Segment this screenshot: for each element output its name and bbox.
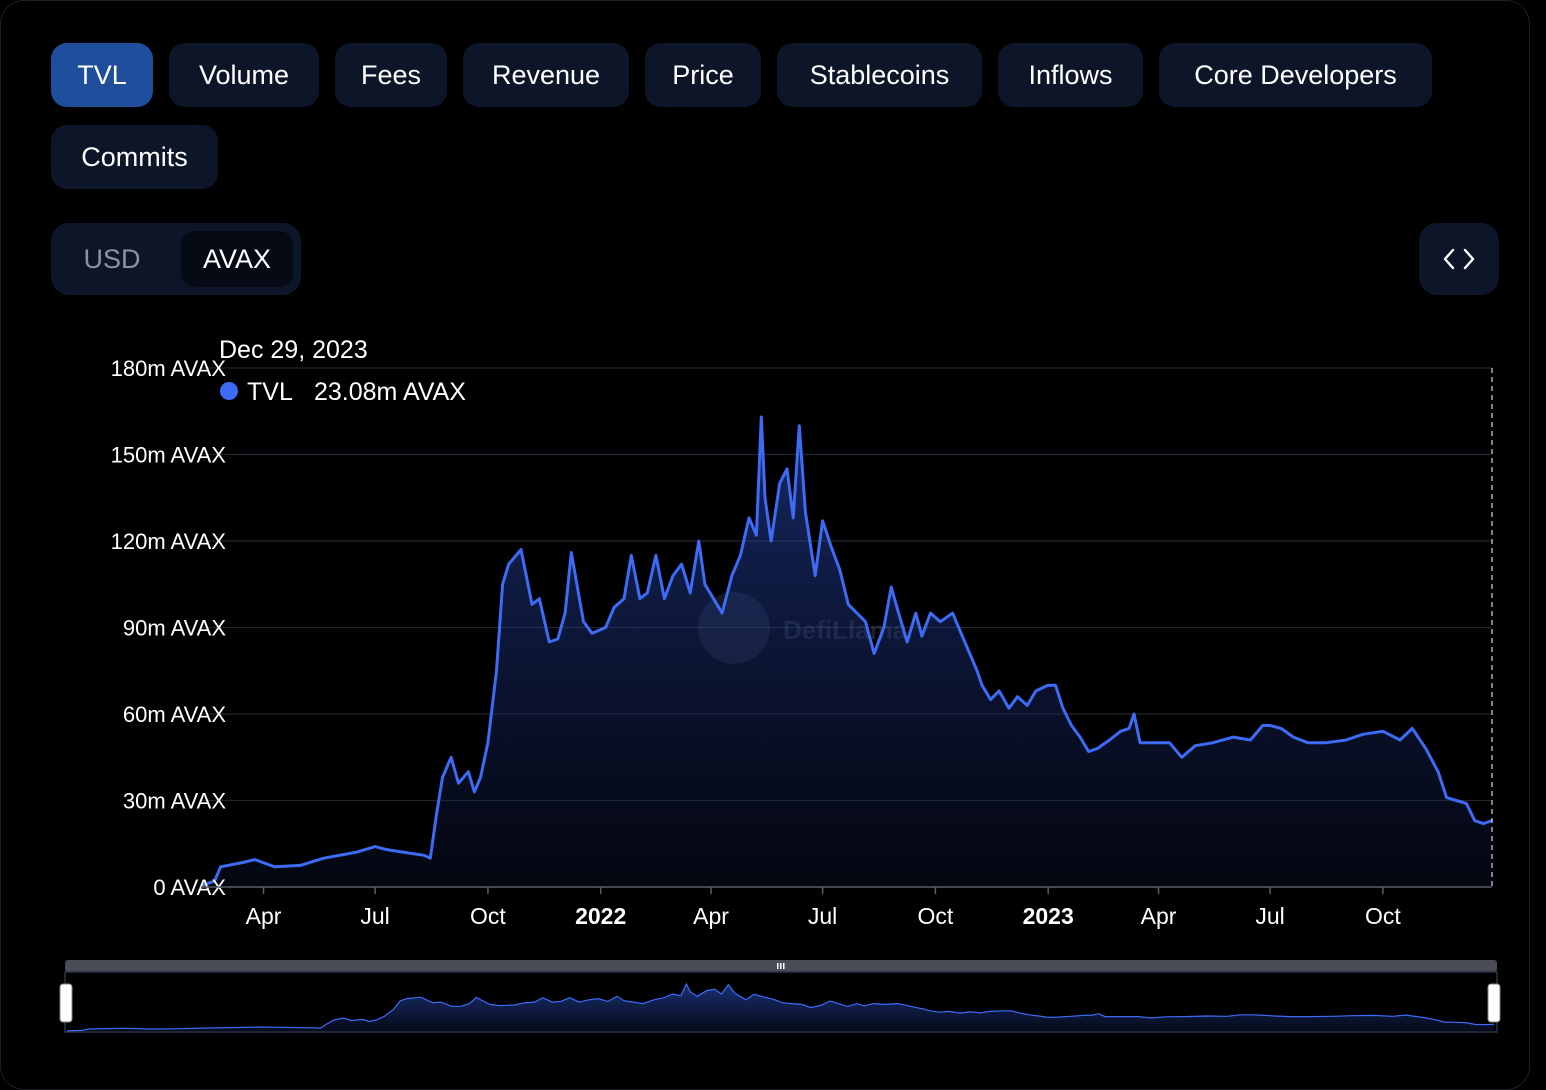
x-tick-label: 2022	[575, 903, 626, 929]
y-tick-label: 150m AVAX	[111, 443, 227, 468]
tvl-chart: DefiLlama 0 AVAX 30m AVAX 60m AVAX 90m AVAX…	[59, 336, 1501, 1033]
zoom-slider[interactable]	[59, 960, 1501, 1033]
tab-commits[interactable]: Commits	[51, 125, 218, 189]
zoom-handle-right[interactable]	[1487, 983, 1501, 1023]
currency-avax-button[interactable]: AVAX	[181, 231, 293, 287]
y-tick-label: 30m AVAX	[123, 789, 226, 814]
x-axis: Apr Jul Oct 2022 Apr Jul Oct 2023 Apr Jul Oct	[201, 886, 1492, 929]
tooltip-value: 23.08m AVAX	[314, 378, 466, 406]
y-tick-label: 60m AVAX	[123, 702, 226, 727]
tooltip-date: Dec 29, 2023	[219, 336, 368, 364]
grid-lines	[201, 367, 1492, 802]
y-tick-label: 90m AVAX	[123, 616, 226, 641]
tab-tvl[interactable]: TVL	[51, 43, 153, 107]
tab-inflows[interactable]: Inflows	[998, 43, 1143, 107]
x-tick-label: Jul	[1255, 903, 1284, 929]
y-tick-label: 120m AVAX	[111, 529, 227, 554]
tvl-area	[201, 417, 1492, 887]
x-tick-label: Jul	[360, 903, 389, 929]
tab-volume[interactable]: Volume	[169, 43, 319, 107]
x-tick-label: Apr	[1141, 903, 1177, 929]
y-axis: 0 AVAX 30m AVAX 60m AVAX 90m AVAX 120m AVAX 1…	[111, 356, 227, 900]
x-tick-label: Oct	[470, 903, 506, 929]
currency-toggle: USD AVAX	[51, 223, 301, 295]
code-brackets-icon	[1443, 248, 1475, 270]
tab-fees[interactable]: Fees	[335, 43, 447, 107]
llama-logo-icon	[698, 592, 770, 664]
tooltip-series-name: TVL	[247, 378, 293, 406]
mini-tvl-area	[67, 983, 1494, 1031]
x-tick-label: Jul	[808, 903, 837, 929]
zoom-handle-left[interactable]	[59, 983, 73, 1023]
tooltip: Dec 29, 2023 TVL 23.08m AVAX	[219, 336, 466, 406]
chart-panel: TVL Volume Fees Revenue Price Stablecoin…	[0, 0, 1530, 1090]
x-tick-label: Oct	[1365, 903, 1401, 929]
y-tick-label: 180m AVAX	[111, 356, 227, 381]
x-tick-label: Apr	[246, 903, 282, 929]
x-tick-label: Oct	[917, 903, 953, 929]
defillama-watermark: DefiLlama	[698, 592, 908, 664]
tab-revenue[interactable]: Revenue	[463, 43, 629, 107]
x-tick-label: Apr	[693, 903, 729, 929]
currency-usd-button[interactable]: USD	[59, 231, 165, 287]
watermark-text: DefiLlama	[783, 615, 908, 645]
tab-stablecoins[interactable]: Stablecoins	[777, 43, 982, 107]
y-tick-label: 0 AVAX	[153, 875, 226, 900]
x-tick-label: 2023	[1023, 903, 1074, 929]
tab-core-developers[interactable]: Core Developers	[1159, 43, 1432, 107]
tab-price[interactable]: Price	[645, 43, 761, 107]
zoom-drag-grip-icon[interactable]	[777, 963, 785, 969]
tooltip-series-dot	[220, 382, 238, 400]
tvl-line	[200, 415, 1493, 888]
embed-button[interactable]	[1419, 223, 1499, 295]
